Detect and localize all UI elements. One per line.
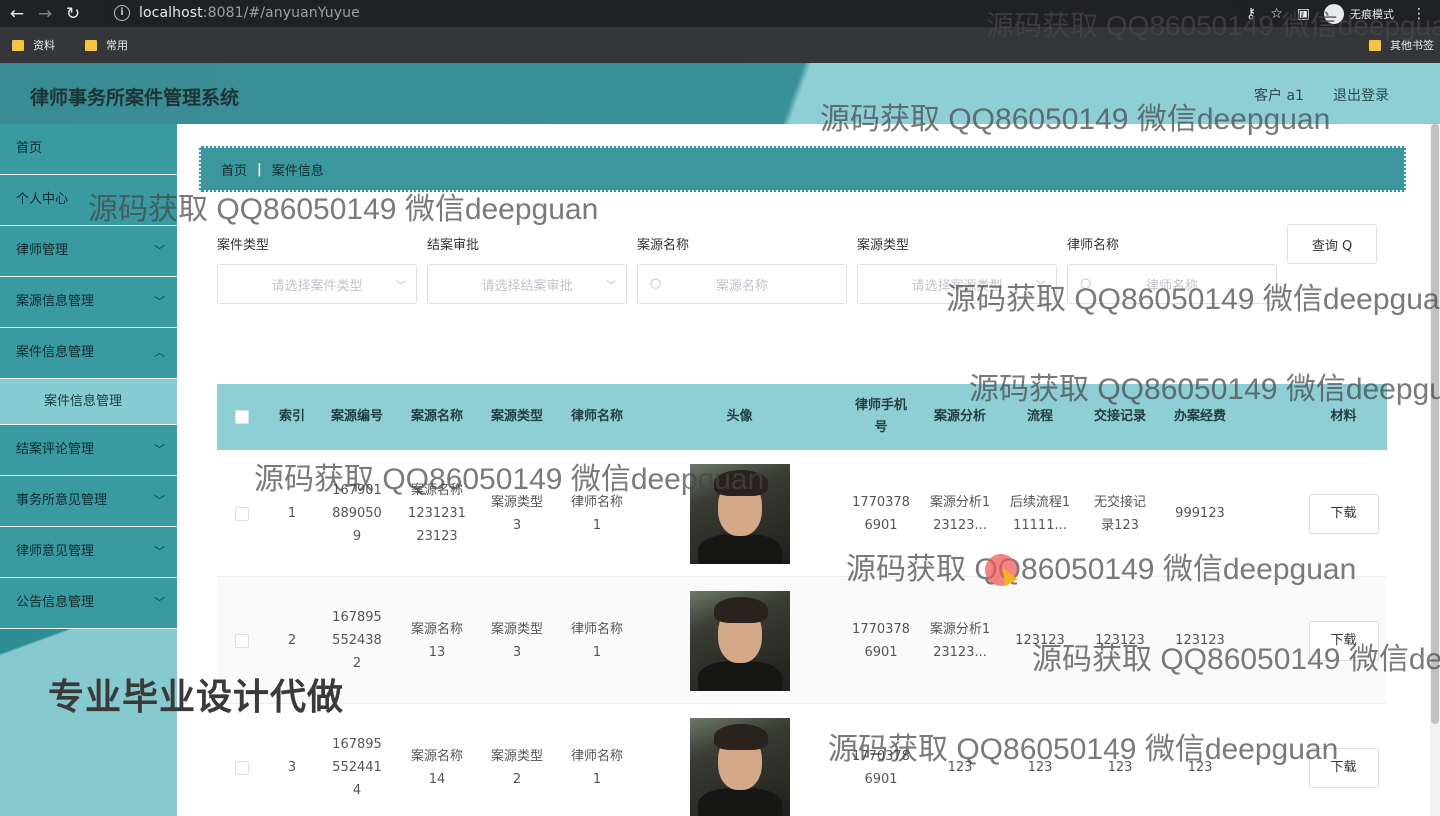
- filter-label: 结案审批: [427, 238, 480, 253]
- watermark: 源码获取 QQ86050149 微信deepguan: [88, 193, 599, 226]
- app-title: 律师事务所案件管理系统: [30, 87, 240, 109]
- cell-source-code: 1678955524414: [332, 737, 382, 798]
- row-checkbox[interactable]: [235, 633, 249, 648]
- back-icon[interactable]: ←: [6, 3, 28, 25]
- avatar: [689, 590, 790, 691]
- bookmark-folder[interactable]: 常用: [85, 37, 128, 53]
- cell-index: 3: [287, 760, 297, 775]
- col-avatar: 头像: [726, 409, 753, 424]
- watermark: 源码获取 QQ86050149 微信deepguan: [846, 553, 1357, 586]
- sidebar-item-firm-opinions[interactable]: 事务所意见管理 ﹀: [0, 476, 177, 527]
- case-type-select[interactable]: 请选择案件类型 ﹀: [217, 264, 417, 304]
- chevron-down-icon: ﹀: [154, 494, 165, 507]
- chevron-up-icon: ︿: [154, 346, 165, 359]
- col-lawyer-name: 律师名称: [570, 409, 623, 424]
- sidebar-item-lawyers[interactable]: 律师管理 ﹀: [0, 226, 177, 277]
- sidebar-item-case-sources[interactable]: 案源信息管理 ﹀: [0, 277, 177, 328]
- query-button[interactable]: 查询 Q: [1287, 224, 1377, 264]
- cell-lawyer-name: 律师名称1: [570, 748, 623, 787]
- col-source-type: 案源类型: [490, 409, 543, 424]
- chevron-down-icon: ﹀: [396, 281, 406, 292]
- watermark: 源码获取 QQ86050149 微信deepguan: [254, 463, 765, 496]
- filter-case-type: 案件类型 请选择案件类型 ﹀: [217, 234, 417, 304]
- sidebar-item-cases[interactable]: 案件信息管理 ︿: [0, 328, 177, 379]
- watermark: 源码获取 QQ86050149 微信deepguan: [820, 103, 1331, 136]
- chevron-down-icon: ﹀: [154, 443, 165, 456]
- search-icon: ○: [650, 276, 662, 291]
- cell-source-type: 案源类型3: [490, 621, 543, 660]
- closing-approval-select[interactable]: 请选择结案审批 ﹀: [427, 264, 627, 304]
- filter-lawyer-name: 律师名称 ○ 律师名称: [1067, 234, 1277, 304]
- avatar: [689, 717, 790, 816]
- chevron-down-icon: ﹀: [606, 281, 616, 292]
- cell-lawyer-name: 律师名称1: [570, 621, 623, 660]
- cell-lawyer-phone: 17703786901: [852, 621, 910, 660]
- col-source-code: 案源编号: [330, 409, 383, 424]
- bookmark-folder[interactable]: 资料: [12, 37, 55, 53]
- url-text: localhost:8081/#/anyuanYuyue: [139, 5, 360, 21]
- breadcrumb-home[interactable]: 首页: [221, 160, 247, 179]
- logout-link[interactable]: 退出登录: [1333, 85, 1389, 105]
- col-index: 索引: [278, 409, 305, 424]
- filter-source-type: 案源类型 请选择案源类型 ﹀: [857, 234, 1057, 304]
- folder-icon: [85, 39, 97, 51]
- info-icon[interactable]: i: [114, 5, 130, 21]
- filter-label: 案件类型: [217, 238, 270, 253]
- col-source-name: 案源名称: [410, 409, 463, 424]
- breadcrumb-current: 案件信息: [271, 163, 324, 179]
- folder-icon: [12, 39, 24, 51]
- watermark: 源码获取 QQ86050149 微信deepguan: [946, 283, 1440, 316]
- cell-analysis: 案源分析123123...: [929, 621, 991, 660]
- chevron-down-icon: ﹀: [154, 295, 165, 308]
- filter-source-name: 案源名称 ○ 案源名称: [637, 234, 847, 304]
- download-button[interactable]: 下载: [1308, 493, 1379, 534]
- filter-closing-approval: 结案审批 请选择结案审批 ﹀: [427, 234, 627, 304]
- watermark: 源码获取 QQ86050149 微信deepguan: [828, 733, 1339, 766]
- breadcrumb-separator: |: [257, 161, 262, 177]
- promo-text: 专业毕业设计代做: [48, 677, 345, 718]
- source-name-input[interactable]: ○ 案源名称: [637, 264, 847, 304]
- sidebar-item-home[interactable]: 首页: [0, 124, 177, 175]
- select-all-checkbox[interactable]: [235, 410, 249, 424]
- filter-label: 案源类型: [857, 238, 910, 253]
- cell-source-type: 案源类型2: [490, 748, 543, 787]
- watermark: 源码获取 QQ86050149 微信deepguan: [969, 373, 1440, 406]
- sidebar-item-lawyer-opinions[interactable]: 律师意见管理 ﹀: [0, 527, 177, 578]
- col-lawyer-phone: 律师手机号: [854, 398, 907, 435]
- sidebar-subitem-cases[interactable]: 案件信息管理: [0, 379, 177, 425]
- filter-label: 案源名称: [637, 238, 690, 253]
- cell-source-name: 案源名称13: [410, 621, 463, 660]
- sidebar-item-announcements[interactable]: 公告信息管理 ﹀: [0, 578, 177, 629]
- filter-label: 律师名称: [1067, 238, 1120, 253]
- row-checkbox[interactable]: [235, 760, 249, 775]
- watermark: 源码获取 QQ86050149 微信deepguan: [1032, 643, 1440, 676]
- chevron-down-icon: ﹀: [154, 596, 165, 609]
- cell-source-name: 案源名称14: [410, 748, 463, 787]
- reload-icon[interactable]: ↻: [62, 3, 84, 25]
- chevron-down-icon: ﹀: [154, 244, 165, 257]
- forward-icon[interactable]: →: [34, 3, 56, 25]
- chevron-down-icon: ﹀: [154, 545, 165, 558]
- sidebar-item-closing-comments[interactable]: 结案评论管理 ﹀: [0, 425, 177, 476]
- row-checkbox[interactable]: [235, 506, 249, 521]
- watermark: 源码获取 QQ86050149 微信deepguan: [986, 10, 1440, 41]
